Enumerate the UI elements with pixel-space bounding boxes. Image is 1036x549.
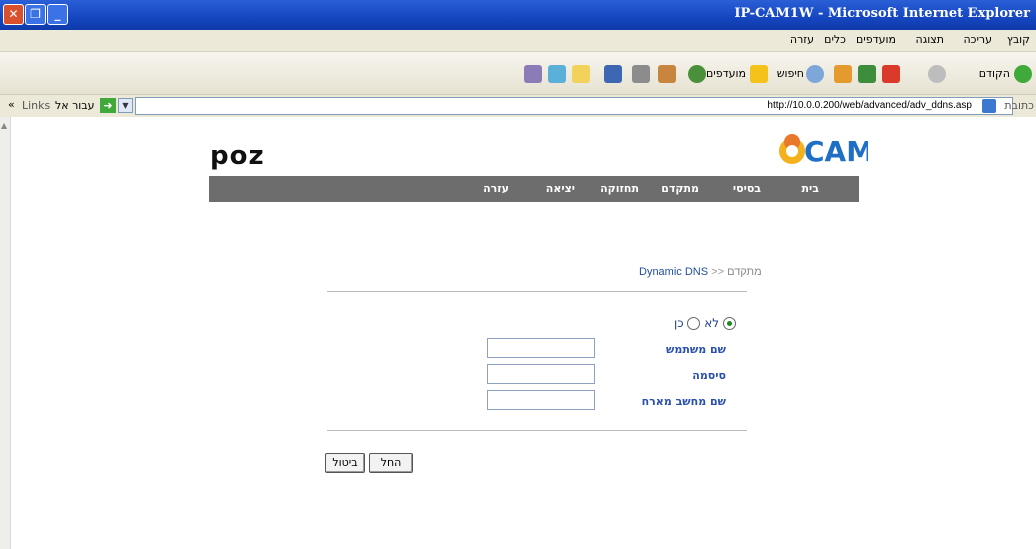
nav-help[interactable]: עזרה — [483, 182, 509, 195]
title-bar: ✕ ❐ _ IP-CAM1W - Microsoft Internet Expl… — [0, 0, 1036, 30]
refresh-icon[interactable] — [858, 65, 876, 83]
menu-bar: קובץ עריכה תצוגה מועדפים כלים עזרה — [0, 30, 1036, 77]
menu-tools[interactable]: כלים — [824, 33, 846, 46]
forward-icon[interactable] — [928, 65, 946, 83]
toolbar: הקודם חיפוש מועדפים — [0, 52, 1036, 95]
back-label[interactable]: הקודם — [979, 67, 1010, 80]
username-label: שם משתמש — [666, 343, 726, 356]
address-label: כתובת — [1004, 99, 1034, 112]
enable-yes-label: כן — [674, 316, 684, 330]
back-icon[interactable] — [1014, 65, 1032, 83]
password-label: סיסמה — [692, 369, 726, 382]
scrollbar[interactable]: ▲ — [0, 117, 11, 549]
address-bar: « Links עבור אל ➜ ▼ http://10.0.0.200/we… — [0, 95, 1036, 118]
nav-home[interactable]: בית — [802, 182, 819, 195]
nav-advanced[interactable]: מתקדם — [661, 182, 699, 195]
chevron-icon[interactable]: « — [8, 98, 15, 111]
breadcrumb-parent[interactable]: מתקדם — [727, 266, 762, 278]
nav-maintenance[interactable]: תחזוקה — [600, 182, 639, 195]
nav-basic[interactable]: בסיסי — [733, 182, 761, 195]
breadcrumb: Dynamic DNS >> מתקדם — [639, 266, 762, 278]
hostname-field[interactable] — [487, 390, 595, 410]
username-field[interactable] — [487, 338, 595, 358]
close-window-button[interactable]: ✕ — [3, 4, 24, 25]
search-label[interactable]: חיפוש — [777, 67, 804, 80]
window-title: IP-CAM1W - Microsoft Internet Explorer — [734, 6, 1030, 21]
scroll-up-icon[interactable]: ▲ — [1, 121, 8, 130]
minimize-window-button[interactable]: _ — [47, 4, 68, 25]
favorites-label[interactable]: מועדפים — [706, 67, 746, 80]
go-label[interactable]: עבור אל — [55, 99, 95, 112]
hostname-label: שם מחשב מארח — [641, 395, 726, 408]
home-icon[interactable] — [834, 65, 852, 83]
menu-favorites[interactable]: מועדפים — [856, 33, 896, 46]
address-url: http://10.0.0.200/web/advanced/adv_ddns.… — [767, 100, 972, 111]
print-icon[interactable] — [632, 65, 650, 83]
divider-top — [327, 291, 747, 292]
cancel-button[interactable]: ביטול — [325, 453, 365, 473]
chevron-down-icon[interactable]: ▼ — [118, 98, 133, 113]
apply-button[interactable]: החל — [369, 453, 413, 473]
notes-icon[interactable] — [572, 65, 590, 83]
main-nav: בית בסיסי מתקדם תחזוקה יציאה עזרה — [209, 176, 859, 202]
research-icon[interactable] — [524, 65, 542, 83]
cam-logo: CAM — [779, 134, 868, 168]
stop-icon[interactable] — [882, 65, 900, 83]
breadcrumb-separator: >> — [711, 266, 724, 278]
menu-file[interactable]: קובץ — [1007, 33, 1030, 46]
messenger-icon[interactable] — [548, 65, 566, 83]
divider-bottom — [327, 430, 747, 431]
word-icon[interactable] — [604, 65, 622, 83]
poz-logo: poz — [210, 141, 265, 171]
enable-no-radio[interactable] — [687, 317, 701, 330]
links-label[interactable]: Links — [22, 99, 50, 112]
menu-edit[interactable]: עריכה — [963, 33, 992, 46]
search-icon[interactable] — [806, 65, 824, 83]
nav-exit[interactable]: יציאה — [546, 182, 575, 195]
page-icon — [982, 99, 996, 113]
enable-radio-group: לא כן — [674, 316, 736, 330]
menu-view[interactable]: תצוגה — [916, 33, 944, 46]
cam-logo-text: CAM — [804, 135, 868, 168]
enable-yes-radio[interactable] — [722, 317, 736, 330]
enable-no-label: לא — [704, 316, 720, 330]
address-input[interactable]: http://10.0.0.200/web/advanced/adv_ddns.… — [135, 97, 1013, 115]
favorites-star-icon[interactable] — [750, 65, 768, 83]
menu-help[interactable]: עזרה — [790, 33, 814, 46]
mail-icon[interactable] — [658, 65, 676, 83]
go-arrow-icon[interactable]: ➜ — [100, 98, 116, 113]
breadcrumb-current: Dynamic DNS — [639, 266, 709, 278]
history-icon[interactable] — [688, 65, 706, 83]
password-field[interactable] — [487, 364, 595, 384]
restore-window-button[interactable]: ❐ — [25, 4, 46, 25]
